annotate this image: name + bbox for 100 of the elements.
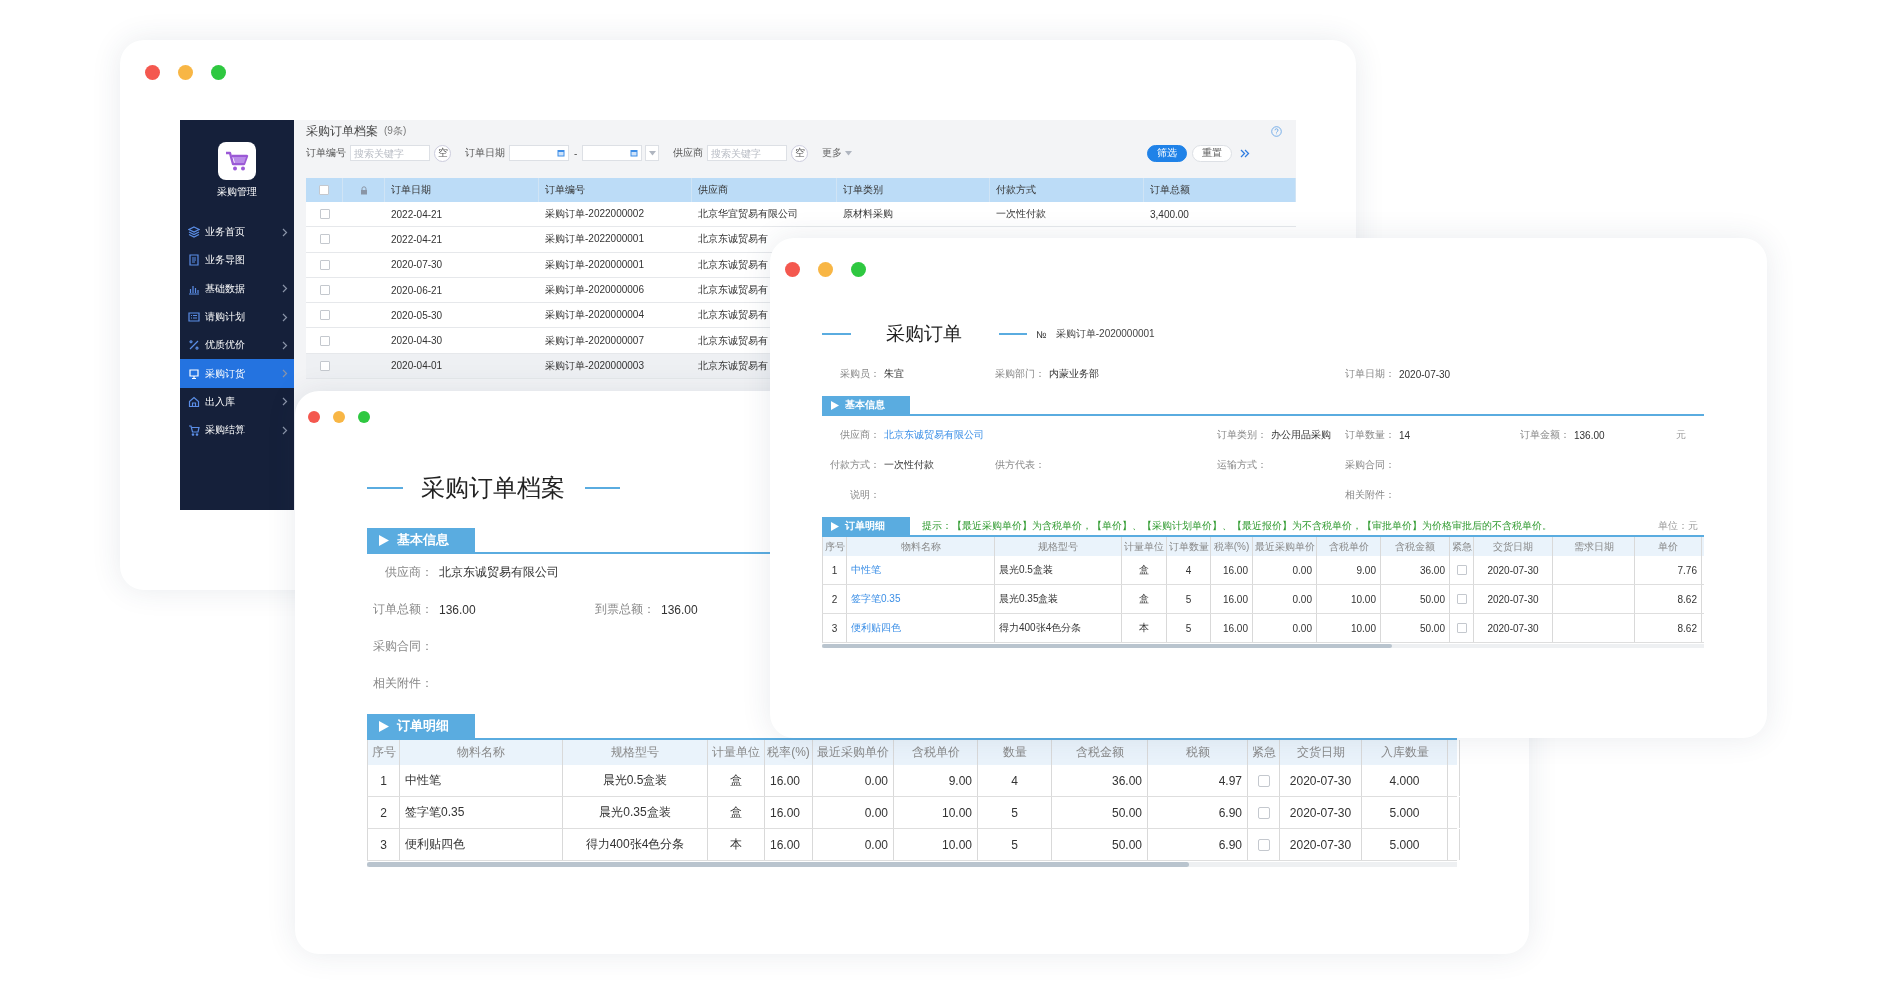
window-maximize-button[interactable]	[851, 262, 866, 277]
column-header: 数量	[1002, 744, 1027, 761]
filter-label: 订单日期	[465, 146, 505, 160]
scrollbar-thumb[interactable]	[822, 644, 1392, 648]
field-value: 2020-07-30	[1399, 368, 1451, 380]
checkbox[interactable]	[319, 259, 330, 270]
window-close-button[interactable]	[145, 65, 160, 80]
table-cell: 10.00	[941, 837, 972, 852]
checkbox[interactable]	[319, 209, 330, 220]
column-header: 最近采购单价	[817, 744, 889, 761]
lock-icon	[359, 185, 368, 195]
checkbox[interactable]	[1257, 774, 1270, 787]
checkbox[interactable]	[319, 310, 330, 321]
field-label: 付款方式：	[829, 458, 880, 472]
column-header: 入库数量	[1380, 744, 1429, 761]
dropdown-button[interactable]	[645, 145, 660, 161]
sidebar-item[interactable]: 基础数据	[180, 274, 294, 303]
item-link[interactable]: 便利贴四色	[851, 621, 901, 635]
sidebar-item[interactable]: 优质优价	[180, 331, 294, 360]
cube-icon	[188, 226, 200, 239]
table-cell: 北京华宜贸易有限公司	[698, 207, 798, 222]
date-field[interactable]	[509, 145, 569, 161]
clear-button[interactable]: 空	[434, 144, 451, 162]
item-link[interactable]: 签字笔0.35	[851, 592, 901, 606]
column-header: 订单日期	[391, 183, 431, 197]
table-cell: 2020-07-30	[1487, 564, 1539, 576]
table-cell: 晨光0.5盒装	[999, 563, 1053, 577]
checkbox[interactable]	[319, 360, 330, 371]
sidebar-item[interactable]: 出入库	[180, 387, 294, 417]
table-cell: 2	[831, 593, 838, 605]
checkbox[interactable]	[1456, 565, 1467, 575]
search-field[interactable]: 搜索关键字	[350, 145, 430, 161]
table-cell: 5	[1185, 622, 1192, 634]
field-value: 北京东诚贸易有限公司	[439, 564, 559, 581]
window-maximize-button[interactable]	[358, 411, 370, 423]
table-cell: 2020-07-30	[1289, 773, 1352, 788]
column-header: 计量单位	[712, 744, 760, 761]
checkbox[interactable]	[319, 234, 330, 245]
table-cell: 5	[1011, 837, 1018, 852]
column-header: 交货日期	[1493, 539, 1533, 554]
window-minimize-button[interactable]	[818, 262, 833, 277]
column-header: 需求日期	[1573, 539, 1614, 554]
checkbox[interactable]	[319, 335, 330, 346]
table-cell: 50.00	[1419, 622, 1445, 634]
clear-button[interactable]: 空	[791, 144, 809, 162]
table-cell: 16.00	[770, 805, 801, 820]
date-field[interactable]	[582, 145, 643, 161]
checkbox[interactable]	[1456, 623, 1467, 633]
filter-label: 供应商	[673, 146, 704, 160]
checkbox[interactable]	[1456, 594, 1467, 604]
table-cell: 10.00	[1350, 593, 1376, 605]
table-cell: 5.000	[1389, 837, 1420, 852]
filter-button[interactable]: 筛选	[1147, 144, 1187, 162]
table-cell: 北京东诚贸易有	[698, 257, 768, 272]
table-cell: 得力400张4色分条	[585, 836, 685, 853]
column-header: 订单类别	[843, 183, 883, 197]
section-title: 订单明细	[845, 519, 885, 533]
help-icon[interactable]	[1271, 125, 1282, 137]
app-name: 采购管理	[217, 185, 257, 199]
checkbox[interactable]	[1257, 806, 1270, 819]
checkbox[interactable]	[319, 285, 330, 296]
field-value: 一次性付款	[884, 458, 934, 472]
table-cell: 10.00	[941, 805, 972, 820]
document-title: 采购订单	[886, 322, 962, 346]
table-cell: 16.00	[1222, 622, 1248, 634]
table-cell: 2020-04-30	[391, 335, 443, 347]
search-field[interactable]: 搜索关键字	[707, 145, 788, 161]
more-button[interactable]: 更多	[822, 146, 853, 160]
double-chevron-icon[interactable]	[1240, 148, 1250, 158]
column-header: 订单数量	[1168, 539, 1209, 554]
table-cell: 4.97	[1218, 773, 1242, 788]
window-close-button[interactable]	[785, 262, 800, 277]
sidebar-item[interactable]: 业务导图	[180, 246, 294, 275]
field-label: 供应商：	[839, 428, 880, 442]
window-close-button[interactable]	[308, 411, 320, 423]
window-maximize-button[interactable]	[211, 65, 226, 80]
table-cell: 7.76	[1677, 564, 1697, 576]
checkbox[interactable]	[319, 185, 329, 195]
sidebar-item[interactable]: 请购计划	[180, 302, 294, 332]
sidebar-item[interactable]: 采购订货	[180, 359, 294, 388]
field-label: 订单总额：	[372, 601, 433, 618]
table-cell: 0.00	[864, 837, 888, 852]
sidebar-item[interactable]: 业务首页	[180, 218, 294, 247]
triangle-icon	[379, 720, 389, 732]
field-value: 136.00	[439, 602, 476, 617]
section-title: 基本信息	[397, 531, 449, 549]
scrollbar-thumb[interactable]	[367, 862, 1189, 867]
window-minimize-button[interactable]	[333, 411, 345, 423]
section-title: 基本信息	[845, 398, 885, 412]
filter-button[interactable]: 重置	[1192, 144, 1232, 162]
unit-label: 单位：元	[1658, 519, 1698, 533]
field-value: 北京东诚贸易有限公司	[884, 428, 984, 442]
table-cell: 5	[1185, 593, 1192, 605]
column-header: 税额	[1185, 744, 1210, 761]
sidebar-item[interactable]: 采购结算	[180, 416, 294, 445]
checkbox[interactable]	[1257, 838, 1270, 851]
item-link[interactable]: 中性笔	[851, 563, 881, 577]
window-minimize-button[interactable]	[178, 65, 193, 80]
table-cell: 0.00	[864, 773, 888, 788]
section-title: 订单明细	[397, 717, 449, 735]
